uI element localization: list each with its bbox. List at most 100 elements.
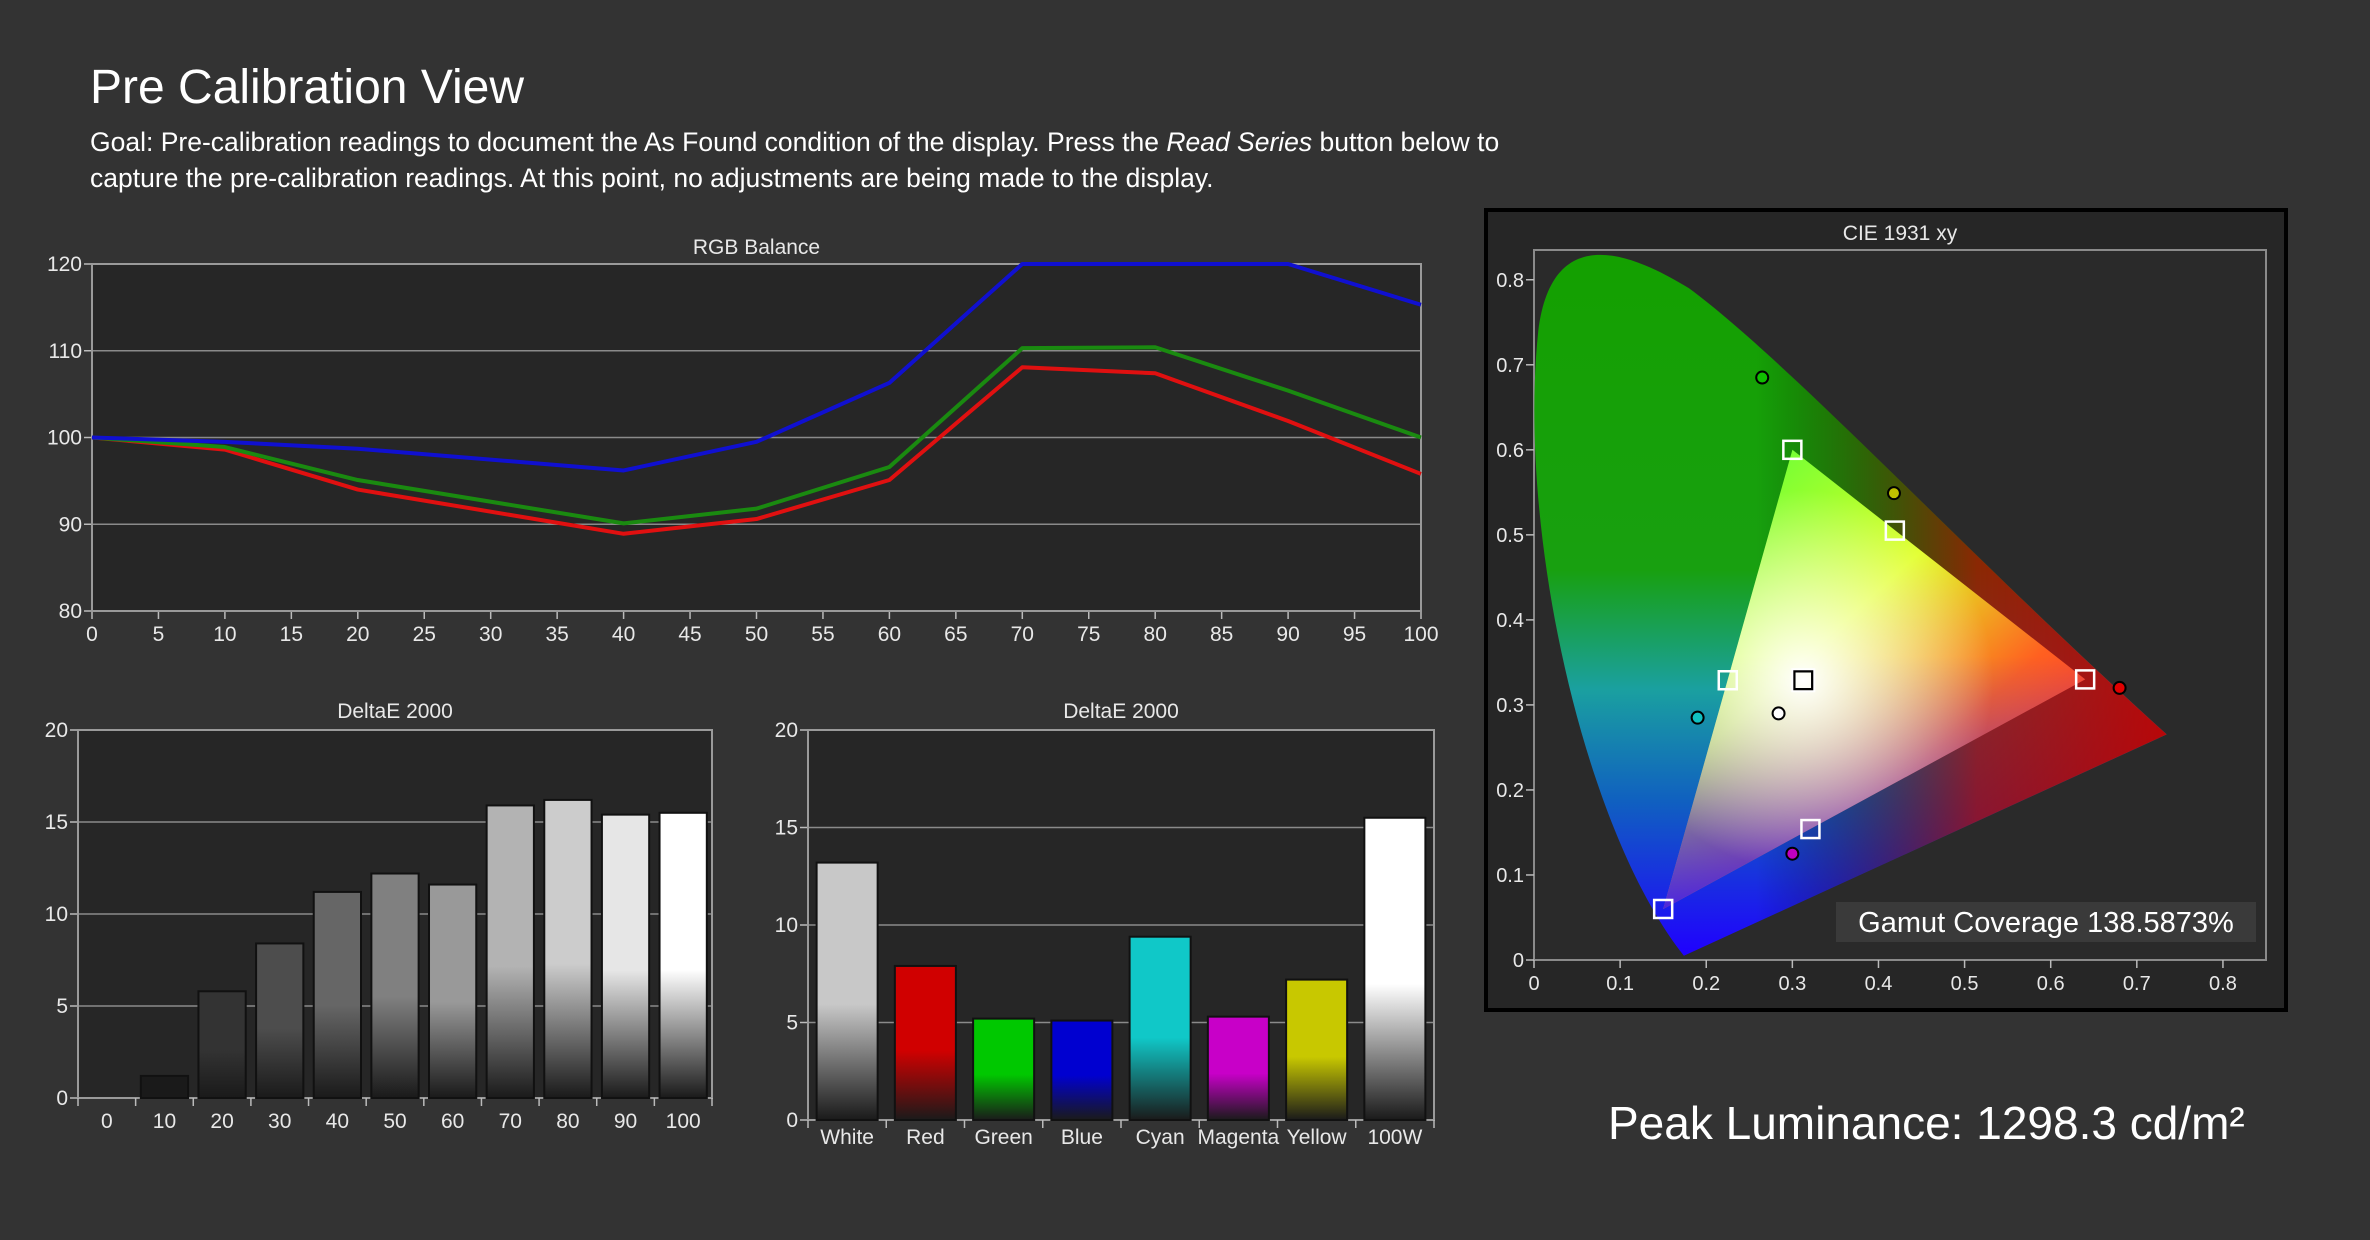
gamut-coverage-label: Gamut Coverage <box>1858 907 2087 939</box>
x-tick-label: Magenta <box>1198 1126 1280 1149</box>
y-tick-label: 5 <box>56 995 68 1018</box>
page-title: Pre Calibration View <box>90 61 524 114</box>
chart-title: DeltaE 2000 <box>337 700 453 723</box>
y-tick-label: 0.5 <box>1496 525 1524 547</box>
x-tick-label: 10 <box>153 1110 176 1132</box>
bar <box>255 942 305 1099</box>
peak-luminance-unit: cd/m² <box>2129 1097 2245 1149</box>
y-tick-label: 0.6 <box>1496 440 1524 462</box>
chart-title: CIE 1931 xy <box>1843 222 1958 245</box>
y-tick-label: 0 <box>56 1087 68 1110</box>
x-tick-label: 50 <box>383 1110 406 1132</box>
x-tick-label: 20 <box>346 623 369 646</box>
x-tick-label: Green <box>974 1126 1032 1149</box>
gamut-coverage-value: 138.5873% <box>2087 907 2234 939</box>
x-tick-label: 0.3 <box>1778 973 1806 995</box>
x-tick-label: 100 <box>666 1110 701 1132</box>
x-tick-label: 35 <box>545 623 568 646</box>
bar <box>543 798 593 1099</box>
x-tick-label: 80 <box>1144 623 1167 646</box>
x-tick-label: 70 <box>1011 623 1034 646</box>
y-tick-label: 0 <box>1513 950 1524 972</box>
y-tick-label: 0.4 <box>1496 610 1524 632</box>
measured-marker <box>1785 846 1800 861</box>
y-tick-label: 0.3 <box>1496 695 1524 717</box>
x-tick-label: 60 <box>441 1110 464 1132</box>
bar <box>1128 935 1192 1121</box>
y-tick-label: 0.8 <box>1496 270 1524 292</box>
y-tick-label: 80 <box>59 600 82 623</box>
y-tick-label: 110 <box>49 340 82 363</box>
x-tick-label: 100W <box>1367 1126 1422 1149</box>
y-tick-label: 100 <box>47 427 82 450</box>
x-tick-label: 30 <box>268 1110 291 1132</box>
read-series-emphasis: Read Series <box>1166 127 1313 157</box>
deltae-grayscale-chart: DeltaE 2000 0 5 10 15 20 0 10 20 30 40 50 60 70 80 90 10… <box>45 700 713 1132</box>
y-tick-label: 0.2 <box>1496 780 1524 802</box>
goal-text-start: Goal: Pre-calibration readings to docume… <box>90 127 1167 157</box>
measured-marker <box>1755 370 1770 385</box>
x-tick-label: 40 <box>326 1110 349 1132</box>
gamut-coverage-text: Gamut Coverage 138.5873% <box>1858 907 2234 939</box>
x-tick-label: 20 <box>210 1110 233 1132</box>
bar <box>1285 978 1349 1121</box>
measured-marker <box>1771 706 1786 721</box>
y-tick-label: 0.7 <box>1496 355 1524 377</box>
y-tick-label: 15 <box>775 817 798 840</box>
x-tick-label: 80 <box>556 1110 579 1132</box>
x-tick-label: 90 <box>1276 623 1299 646</box>
chart-title: RGB Balance <box>693 236 820 259</box>
x-tick-label: 0.5 <box>1951 973 1979 995</box>
y-tick-label: 20 <box>775 719 798 742</box>
x-tick-label: 0 <box>1528 973 1539 995</box>
x-tick-label: 70 <box>499 1110 522 1132</box>
y-tick-label: 120 <box>47 253 82 276</box>
bar <box>893 964 957 1122</box>
deltae-colors-chart: DeltaE 2000 0 5 10 15 20 White Red Green Blue Cyan… <box>775 700 1435 1149</box>
x-tick-label: 40 <box>612 623 635 646</box>
x-tick-label: 45 <box>678 623 701 646</box>
bar <box>815 861 879 1121</box>
x-tick-label: 55 <box>811 623 834 646</box>
x-tick-label: 50 <box>745 623 768 646</box>
x-tick-label: 75 <box>1077 623 1100 646</box>
x-tick-label: 15 <box>280 623 303 646</box>
bar <box>312 890 362 1099</box>
bar <box>972 1017 1036 1122</box>
x-tick-label: Cyan <box>1136 1126 1185 1149</box>
x-tick-label: 0.6 <box>2037 973 2065 995</box>
peak-luminance-label: Peak Luminance: <box>1608 1097 1977 1149</box>
x-tick-label: Yellow <box>1287 1126 1348 1149</box>
x-tick-label: 5 <box>153 623 165 646</box>
bar <box>370 872 420 1099</box>
y-tick-label: 15 <box>45 811 68 834</box>
y-tick-label: 0 <box>786 1109 798 1132</box>
measured-marker <box>1690 710 1705 725</box>
x-tick-label: 0.8 <box>2209 973 2237 995</box>
rgb-balance-chart: RGB Balance 80 90 100 110 120 0 5 10 15 20 25 30 35 40… <box>47 236 1439 646</box>
x-tick-label: 100 <box>1403 623 1438 646</box>
x-tick-label: 85 <box>1210 623 1233 646</box>
x-tick-label: Blue <box>1061 1126 1103 1149</box>
x-tick-label: Red <box>906 1126 945 1149</box>
x-tick-label: 95 <box>1343 623 1366 646</box>
chart-title: DeltaE 2000 <box>1063 700 1179 723</box>
bar <box>1363 816 1427 1121</box>
peak-luminance: Peak Luminance: 1298.3 cd/m² <box>1608 1096 2245 1150</box>
x-tick-label: 0.1 <box>1606 973 1634 995</box>
x-tick-label: 0 <box>101 1110 113 1132</box>
bar <box>139 1074 190 1100</box>
bar <box>1050 1019 1114 1121</box>
peak-luminance-value: 1298.3 <box>1976 1097 2117 1149</box>
x-tick-label: 0.2 <box>1692 973 1720 995</box>
bar <box>197 990 247 1099</box>
y-tick-label: 10 <box>775 914 798 937</box>
x-tick-label: 0.7 <box>2123 973 2151 995</box>
page-goal-text: Goal: Pre-calibration readings to docume… <box>90 124 1560 196</box>
x-tick-label: 65 <box>944 623 967 646</box>
x-tick-label: 60 <box>878 623 901 646</box>
bar <box>600 813 651 1099</box>
x-tick-label: White <box>820 1126 874 1149</box>
x-tick-label: 30 <box>479 623 502 646</box>
x-tick-label: 0.4 <box>1865 973 1893 995</box>
